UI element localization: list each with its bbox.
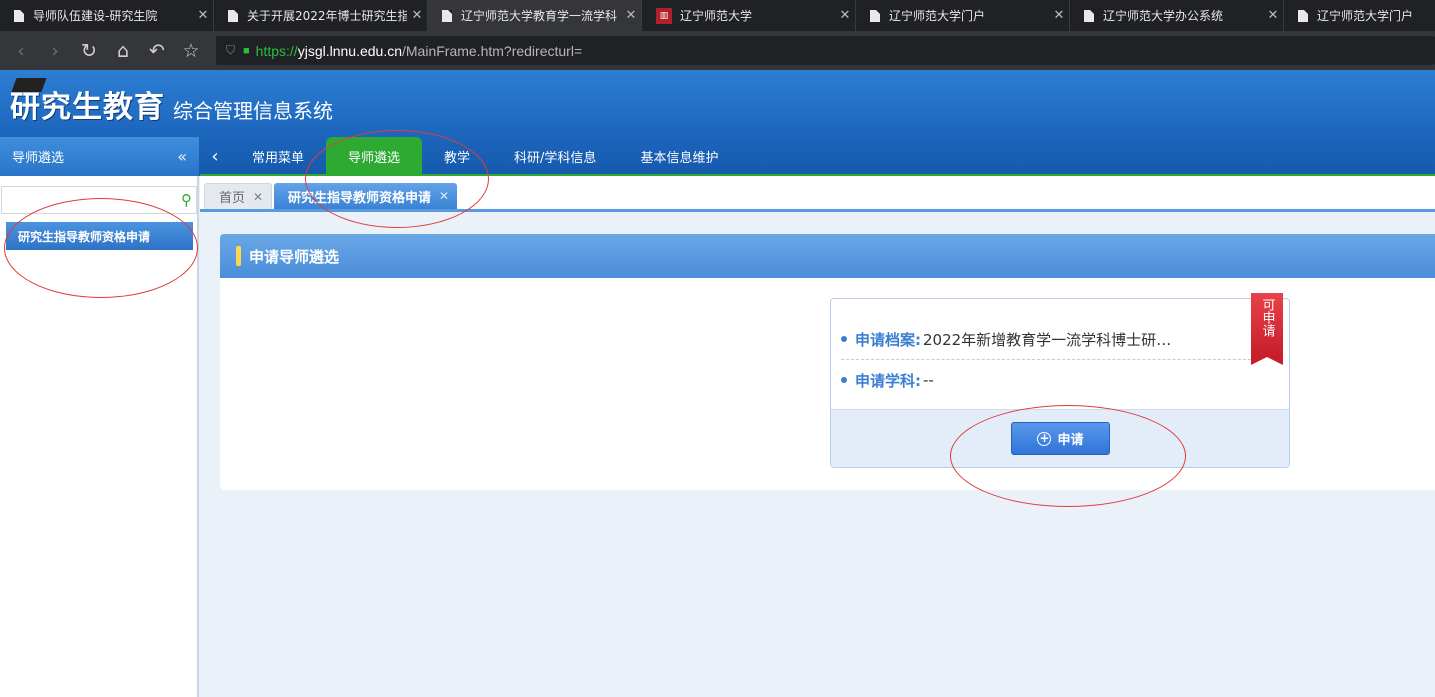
app-header: 研究生教育 综合管理信息系统 导师遴选 « ‹ 常用菜单 导师遴选 教学 科研/… (0, 70, 1435, 178)
doc-icon (442, 9, 452, 22)
url-path: /MainFrame.htm?redirecturl= (402, 42, 583, 59)
url-scheme: https:// (255, 42, 298, 59)
tab-tutor-application-label: 研究生指导教师资格申请 (288, 190, 432, 206)
browser-tab-title: 辽宁师范大学办公系统 (1103, 9, 1224, 23)
address-bar[interactable]: ⛉ ■ https://yjsgl.lnnu.edu.cn/MainFrame.… (216, 36, 1435, 65)
menu-item-basic-info[interactable]: 基本信息维护 (618, 137, 740, 176)
divider (841, 359, 1251, 360)
title-marker (236, 246, 241, 266)
tab-home-label: 首页 (219, 191, 246, 206)
reload-icon[interactable]: ↻ (72, 40, 106, 62)
content-tabs: 首页 ✕ 研究生指导教师资格申请 ✕ (200, 176, 1435, 212)
browser-tab[interactable]: 辽宁师范大学门户 (1284, 0, 1435, 31)
menu-item-research[interactable]: 科研/学科信息 (492, 137, 618, 176)
tab-home[interactable]: 首页 ✕ (204, 183, 273, 209)
menu-item-tutor-selection[interactable]: 导师遴选 (326, 137, 423, 176)
browser-tab[interactable]: ▥ 辽宁师范大学 ✕ (642, 0, 856, 31)
browser-toolbar: ‹ › ↻ ⌂ ↶ ☆ ⛉ ■ https://yjsgl.lnnu.edu.c… (0, 31, 1435, 70)
panel-title: 申请导师遴选 (249, 247, 340, 266)
top-menu: ‹ 常用菜单 导师遴选 教学 科研/学科信息 基本信息维护 (200, 137, 740, 176)
search-icon[interactable]: ⚲ (181, 191, 192, 209)
brand-logo: 研究生教育 综合管理信息系统 (10, 82, 333, 126)
browser-tab-strip: 导师队伍建设-研究生院 ✕ 关于开展2022年博士研究生指 ✕ 辽宁师范大学教育学一… (0, 0, 1435, 31)
doc-icon (870, 9, 880, 22)
apply-button-label: 申请 (1057, 433, 1084, 448)
bookmark-star-icon[interactable]: ☆ (174, 40, 208, 62)
chevron-left-icon[interactable]: ‹ (200, 146, 230, 167)
forward-icon[interactable]: › (38, 40, 72, 62)
browser-tab-title: 辽宁师范大学 (680, 9, 753, 23)
sidebar: ⚲ 研究生指导教师资格申请 (0, 176, 199, 697)
application-card: 申请档案: 2022年新增教育学一流学科博士研究生指导教师资格申请 申请学科: … (830, 293, 1290, 468)
browser-tab-title: 辽宁师范大学门户 (1317, 9, 1414, 23)
shield-icon: ⛉ (226, 43, 236, 57)
doc-icon (1084, 9, 1094, 22)
brand-main-text: 研究生教育 (10, 90, 165, 125)
status-ribbon: 可申请 (1251, 293, 1283, 365)
archive-label: 申请档案: (855, 330, 921, 349)
close-icon[interactable]: ✕ (439, 189, 449, 203)
browser-tab-title: 辽宁师范大学门户 (889, 9, 986, 23)
sidebar-item-tutor-application[interactable]: 研究生指导教师资格申请 (6, 222, 193, 250)
apply-button[interactable]: + 申请 (1011, 422, 1110, 455)
browser-tab-title: 关于开展2022年博士研究生指 (247, 9, 407, 23)
menu-item-teaching[interactable]: 教学 (422, 137, 492, 176)
sidebar-search: ⚲ (1, 186, 197, 214)
doc-icon (228, 9, 238, 22)
university-logo-icon: ▥ (656, 7, 672, 24)
status-ribbon-text: 可申请 (1251, 293, 1283, 357)
browser-tab-title: 辽宁师范大学教育学一流学科 (461, 9, 618, 23)
browser-tab-active[interactable]: 辽宁师范大学教育学一流学科 ✕ (428, 0, 642, 31)
card-footer: + 申请 (831, 409, 1289, 467)
home-icon[interactable]: ⌂ (106, 40, 140, 62)
search-input[interactable] (2, 187, 172, 213)
plus-circle-icon: + (1037, 430, 1052, 446)
bullet-icon (841, 377, 847, 383)
tab-tutor-application[interactable]: 研究生指导教师资格申请 ✕ (274, 183, 458, 209)
ribbon-tail (1251, 357, 1283, 365)
close-icon[interactable]: ✕ (835, 8, 855, 23)
module-title-label: 导师遴选 (12, 151, 65, 166)
module-title: 导师遴选 « (0, 137, 199, 176)
brand-sub-text: 综合管理信息系统 (173, 99, 333, 123)
close-icon[interactable]: ✕ (1049, 8, 1069, 23)
archive-row: 申请档案: 2022年新增教育学一流学科博士研究生指导教师资格申请 (841, 324, 1241, 354)
menu-item-common[interactable]: 常用菜单 (230, 137, 326, 176)
undo-icon[interactable]: ↶ (140, 40, 174, 62)
bullet-icon (841, 336, 847, 342)
close-icon[interactable]: ✕ (193, 8, 213, 23)
close-icon[interactable]: ✕ (621, 8, 641, 23)
back-icon[interactable]: ‹ (4, 40, 38, 62)
url-host: yjsgl.lnnu.edu.cn (297, 42, 402, 59)
close-icon[interactable]: ✕ (1263, 8, 1283, 23)
browser-tab[interactable]: 导师队伍建设-研究生院 ✕ (0, 0, 214, 31)
panel-header: 申请导师遴选 (220, 234, 1435, 278)
main-panel: 申请导师遴选 申请档案: 2022年新增教育学一流学科博士研究生指导教师资格申请… (220, 234, 1435, 490)
subject-row: 申请学科: -- (841, 365, 1241, 395)
collapse-icon[interactable]: « (177, 147, 187, 166)
subject-label: 申请学科: (855, 371, 921, 390)
close-icon[interactable]: ✕ (407, 8, 427, 23)
browser-tab[interactable]: 关于开展2022年博士研究生指 ✕ (214, 0, 428, 31)
lock-icon: ■ (243, 44, 250, 57)
browser-tab-title: 导师队伍建设-研究生院 (33, 9, 158, 23)
archive-value: 2022年新增教育学一流学科博士研究生指导教师资格申请 (923, 330, 1173, 349)
browser-tab[interactable]: 辽宁师范大学办公系统 ✕ (1070, 0, 1284, 31)
browser-tab[interactable]: 辽宁师范大学门户 ✕ (856, 0, 1070, 31)
doc-icon (1298, 9, 1308, 22)
subject-value: -- (923, 371, 934, 389)
close-icon[interactable]: ✕ (253, 190, 263, 204)
doc-icon (14, 9, 24, 22)
